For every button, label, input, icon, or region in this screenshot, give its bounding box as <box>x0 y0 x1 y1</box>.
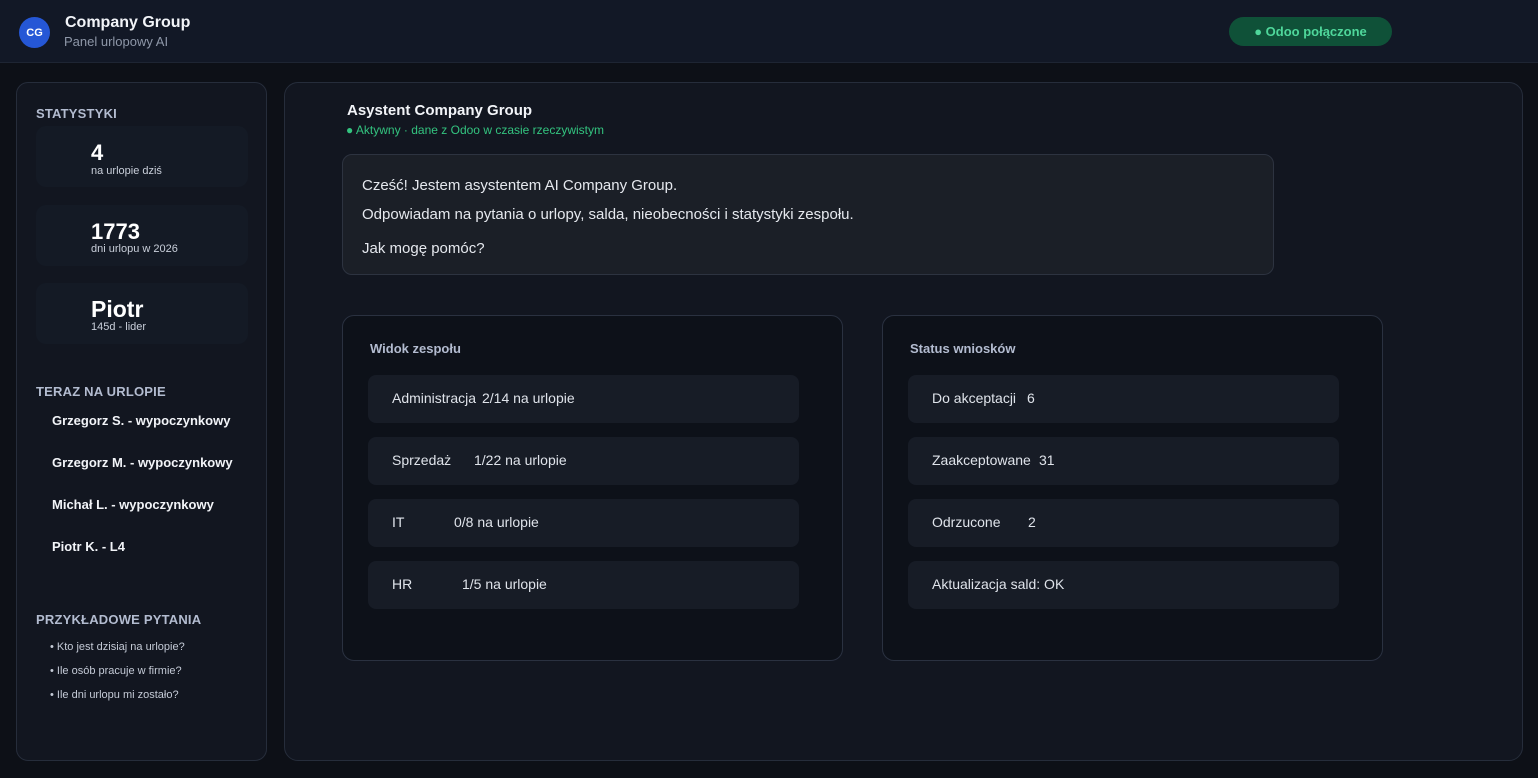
team-row: IT 0/8 na urlopie <box>368 499 799 547</box>
stat-label: dni urlopu w 2026 <box>91 243 178 255</box>
stat-value: 1773 <box>91 219 140 244</box>
request-status-row: Odrzucone 2 <box>908 499 1339 547</box>
team-view-panel: Widok zespołu Administracja 2/14 na urlo… <box>342 315 843 661</box>
message-line: Cześć! Jestem asystentem AI Company Grou… <box>362 177 678 194</box>
assistant-title: Asystent Company Group <box>347 102 533 119</box>
stat-label: na urlopie dziś <box>91 165 162 177</box>
panel-title: Status wniosków <box>910 341 1016 356</box>
on-leave-section-title: TERAZ NA URLOPIE <box>36 384 166 399</box>
department-name: Sprzedaż <box>392 452 452 468</box>
assistant-message: Cześć! Jestem asystentem AI Company Grou… <box>342 154 1274 275</box>
on-leave-item: Grzegorz S. - wypoczynkowy <box>52 413 231 428</box>
example-question[interactable]: • Ile osób pracuje w firmie? <box>50 665 182 677</box>
stats-section-title: STATYSTYKI <box>36 106 117 121</box>
department-name: HR <box>392 576 413 592</box>
status-name: Odrzucone <box>932 514 1001 530</box>
stat-value: Piotr <box>91 296 144 322</box>
department-leave-count: 1/5 na urlopie <box>462 576 547 592</box>
department-name: Administracja <box>392 390 477 406</box>
stat-card-leader: Piotr 145d - lider <box>36 283 248 344</box>
team-row: Administracja 2/14 na urlopie <box>368 375 799 423</box>
app-title: Company Group <box>65 14 191 31</box>
request-status-row: Zaakceptowane 31 <box>908 437 1339 485</box>
status-count: 6 <box>1027 390 1035 406</box>
status-count: 31 <box>1039 452 1055 468</box>
status-name: Do akceptacji <box>932 390 1017 406</box>
app-subtitle: Panel urlopowy AI <box>64 34 169 49</box>
department-leave-count: 1/22 na urlopie <box>474 452 567 468</box>
on-leave-item: Grzegorz M. - wypoczynkowy <box>52 455 233 470</box>
status-name: Zaakceptowane <box>932 452 1031 468</box>
department-leave-count: 0/8 na urlopie <box>454 514 539 530</box>
on-leave-item: Michał L. - wypoczynkowy <box>52 497 214 512</box>
odoo-connection-badge: ● Odoo połączone <box>1229 17 1392 46</box>
request-status-row: Aktualizacja sald: OK <box>908 561 1339 609</box>
company-logo: CG <box>19 17 50 48</box>
example-question[interactable]: • Kto jest dzisiaj na urlopie? <box>50 641 185 653</box>
stat-label: 145d - lider <box>91 321 147 333</box>
status-count: 2 <box>1028 514 1036 530</box>
team-row: HR 1/5 na urlopie <box>368 561 799 609</box>
questions-section-title: PRZYKŁADOWE PYTANIA <box>36 612 202 627</box>
stat-card-on-leave-today: 4 na urlopie dziś <box>36 126 248 187</box>
status-name: Aktualizacja sald: OK <box>932 576 1065 592</box>
example-question[interactable]: • Ile dni urlopu mi zostało? <box>50 689 179 701</box>
assistant-status: ● Aktywny · dane z Odoo w czasie rzeczyw… <box>346 123 604 137</box>
main-panel: Asystent Company Group ● Aktywny · dane … <box>284 82 1523 761</box>
sidebar: STATYSTYKI 4 na urlopie dziś 1773 dni ur… <box>16 82 267 761</box>
top-bar: CG Company Group Panel urlopowy AI ● Odo… <box>0 0 1538 63</box>
on-leave-item: Piotr K. - L4 <box>52 539 125 554</box>
message-line: Odpowiadam na pytania o urlopy, salda, n… <box>362 206 854 223</box>
stat-value: 4 <box>91 140 104 165</box>
request-status-panel: Status wniosków Do akceptacji 6 Zaakcept… <box>882 315 1383 661</box>
request-status-row: Do akceptacji 6 <box>908 375 1339 423</box>
message-line: Jak mogę pomóc? <box>362 240 485 257</box>
department-leave-count: 2/14 na urlopie <box>482 390 575 406</box>
stat-card-leave-days: 1773 dni urlopu w 2026 <box>36 205 248 266</box>
team-row: Sprzedaż 1/22 na urlopie <box>368 437 799 485</box>
panel-title: Widok zespołu <box>370 341 461 356</box>
department-name: IT <box>392 514 405 530</box>
